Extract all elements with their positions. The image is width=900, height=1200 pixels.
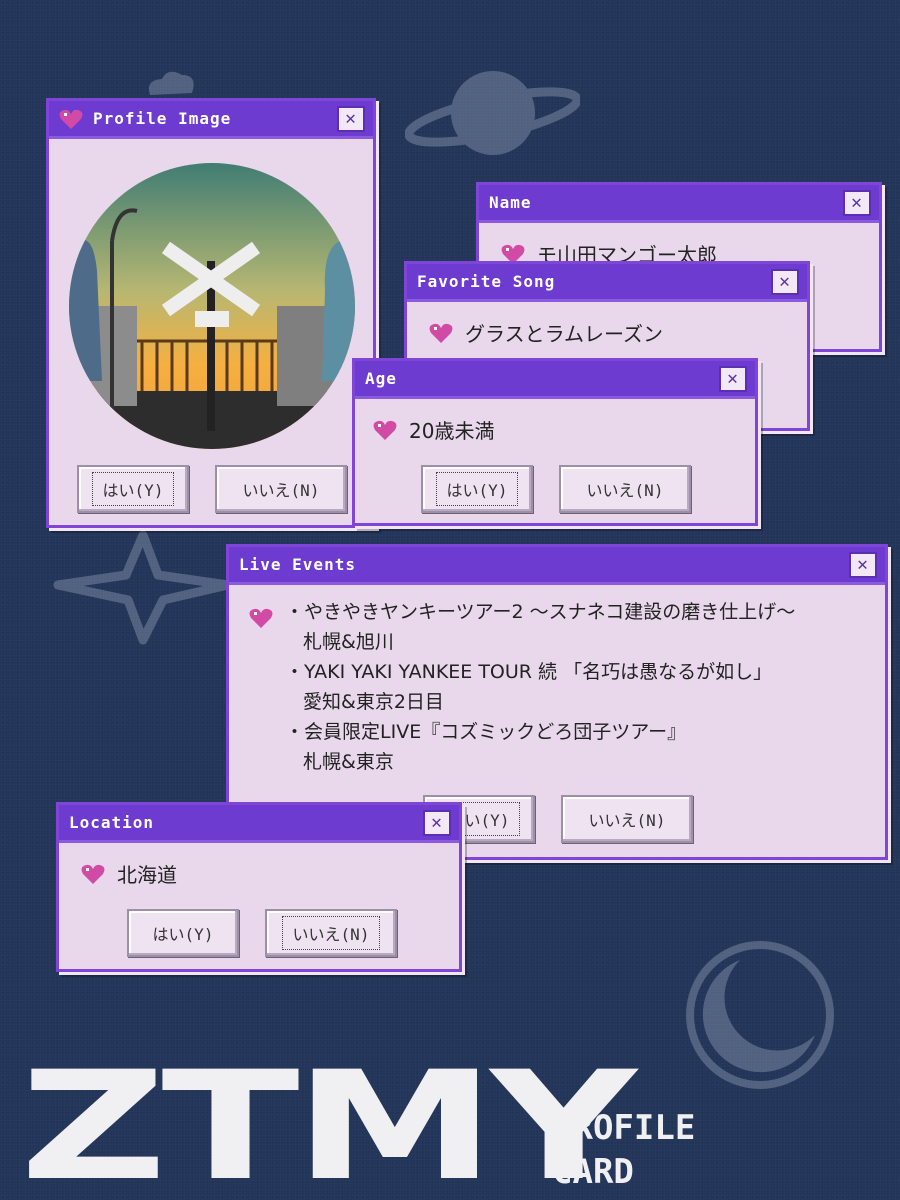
close-icon[interactable]: ✕ bbox=[337, 105, 365, 132]
yes-button[interactable]: はい(Y) bbox=[77, 465, 189, 513]
close-icon[interactable]: ✕ bbox=[849, 551, 877, 578]
event-title: やきやきヤンキーツアー2 ～スナネコ建設の磨き仕上げ～ bbox=[285, 601, 795, 623]
close-icon[interactable]: ✕ bbox=[719, 365, 747, 392]
window-title: Location bbox=[69, 813, 155, 832]
event-title: YAKI YAKI YANKEE TOUR 続 「名巧は愚なるが如し」 bbox=[285, 661, 772, 683]
window-title: Profile Image bbox=[93, 109, 232, 128]
close-icon[interactable]: ✕ bbox=[843, 189, 871, 216]
window-title: Favorite Song bbox=[417, 272, 556, 291]
no-button[interactable]: いいえ(N) bbox=[561, 795, 693, 843]
live-events-list: やきやきヤンキーツアー2 ～スナネコ建設の磨き仕上げ～ 札幌&旭川 YAKI Y… bbox=[285, 597, 795, 777]
name-titlebar[interactable]: Name ✕ bbox=[479, 185, 879, 223]
list-item: やきやきヤンキーツアー2 ～スナネコ建設の磨き仕上げ～ 札幌&旭川 bbox=[285, 597, 795, 657]
location-value: 北海道 bbox=[117, 863, 177, 887]
list-item: YAKI YAKI YANKEE TOUR 続 「名巧は愚なるが如し」 愛知&東… bbox=[285, 657, 795, 717]
no-button[interactable]: いいえ(N) bbox=[215, 465, 347, 513]
event-title: 会員限定LIVE『コズミックどろ団子ツアー』 bbox=[285, 721, 686, 743]
list-item: 会員限定LIVE『コズミックどろ団子ツアー』 札幌&東京 bbox=[285, 717, 795, 777]
age-window[interactable]: Age ✕ 20歳未満 はい(Y) いいえ(N) bbox=[352, 358, 758, 526]
profile-image-titlebar[interactable]: Profile Image ✕ bbox=[49, 101, 373, 139]
favorite-song-titlebar[interactable]: Favorite Song ✕ bbox=[407, 264, 807, 302]
moon-icon bbox=[686, 941, 834, 1089]
age-value: 20歳未満 bbox=[409, 419, 495, 443]
favorite-song-value: グラスとラムレーズン bbox=[465, 322, 663, 346]
brand-subtitle-line2: CARD bbox=[552, 1152, 634, 1192]
live-events-titlebar[interactable]: Live Events ✕ bbox=[229, 547, 885, 585]
profile-image-window[interactable]: Profile Image ✕ はい(Y) いいえ(N) bbox=[46, 98, 376, 528]
brand-logo: ZTMY bbox=[20, 1040, 637, 1200]
heart-icon bbox=[429, 323, 453, 343]
event-location: 札幌&旭川 bbox=[303, 631, 394, 653]
brand-subtitle: PROFILE CARD bbox=[552, 1106, 695, 1194]
age-titlebar[interactable]: Age ✕ bbox=[355, 361, 755, 399]
window-title: Live Events bbox=[239, 555, 356, 574]
close-icon[interactable]: ✕ bbox=[771, 268, 799, 295]
location-window[interactable]: Location ✕ 北海道 はい(Y) いいえ(N) bbox=[56, 802, 462, 972]
window-title: Age bbox=[365, 369, 397, 388]
heart-icon bbox=[249, 608, 273, 628]
profile-image bbox=[69, 163, 355, 449]
planet-icon bbox=[405, 71, 580, 155]
window-title: Name bbox=[489, 193, 532, 212]
event-location: 愛知&東京2日目 bbox=[303, 691, 444, 713]
close-icon[interactable]: ✕ bbox=[423, 809, 451, 836]
event-location: 札幌&東京 bbox=[303, 751, 394, 773]
heart-icon bbox=[81, 864, 105, 884]
yes-button[interactable]: はい(Y) bbox=[127, 909, 239, 957]
brand-subtitle-line1: PROFILE bbox=[552, 1108, 696, 1148]
heart-icon bbox=[373, 420, 397, 440]
heart-icon bbox=[59, 109, 83, 129]
yes-button[interactable]: はい(Y) bbox=[421, 465, 533, 513]
star-icon bbox=[53, 530, 233, 645]
no-button[interactable]: いいえ(N) bbox=[559, 465, 691, 513]
location-titlebar[interactable]: Location ✕ bbox=[59, 805, 459, 843]
no-button[interactable]: いいえ(N) bbox=[265, 909, 397, 957]
